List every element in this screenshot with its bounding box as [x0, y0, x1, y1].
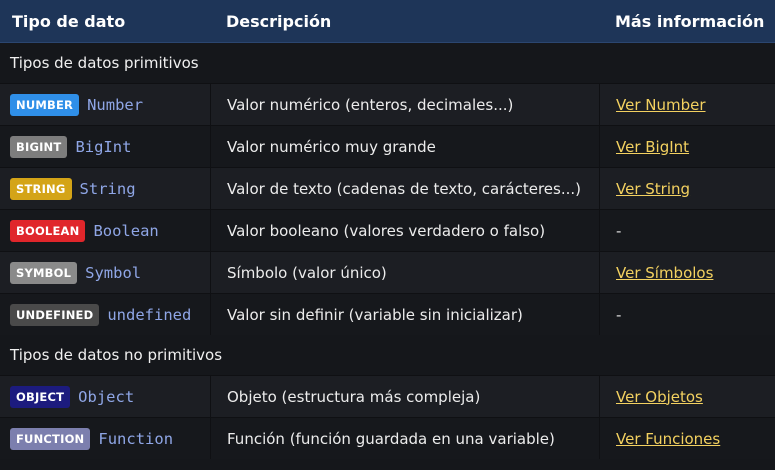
description-cell: Objeto (estructura más compleja)	[210, 376, 599, 417]
more-info-cell: Ver BigInt	[599, 126, 775, 167]
type-cell: UNDEFINED undefined	[0, 294, 210, 335]
description-cell: Valor de texto (cadenas de texto, caráct…	[210, 168, 599, 209]
type-badge: FUNCTION	[10, 427, 91, 450]
table-row: FUNCTION Function Función (función guard…	[0, 417, 775, 459]
description-cell: Símbolo (valor único)	[210, 252, 599, 293]
description-cell: Valor numérico muy grande	[210, 126, 599, 167]
description-cell: Función (función guardada en una variabl…	[210, 418, 599, 459]
type-badge: UNDEFINED	[10, 303, 100, 326]
type-name: Boolean	[93, 221, 159, 240]
type-name: Function	[98, 429, 174, 448]
header-type: Tipo de dato	[12, 11, 126, 31]
more-info-cell: Ver String	[599, 168, 775, 209]
description-cell: Valor sin definir (variable sin iniciali…	[210, 294, 599, 335]
description-cell: Valor numérico (enteros, decimales...)	[210, 84, 599, 125]
section-primitive: Tipos de datos primitivos	[10, 54, 199, 72]
more-info-cell: -	[599, 210, 775, 251]
type-name: String	[79, 179, 136, 198]
table-row: SYMBOL Symbol Símbolo (valor único) Ver …	[0, 251, 775, 293]
section-non-primitive: Tipos de datos no primitivos	[10, 346, 223, 364]
header-description: Descripción	[226, 11, 332, 31]
more-info-cell: Ver Símbolos	[599, 252, 775, 293]
type-name: BigInt	[75, 137, 132, 156]
table-row: STRING String Valor de texto (cadenas de…	[0, 167, 775, 209]
type-cell: BOOLEAN Boolean	[0, 210, 210, 251]
type-cell: BIGINT BigInt	[0, 126, 210, 167]
type-badge: BOOLEAN	[10, 219, 86, 242]
table-row: NUMBER Number Valor numérico (enteros, d…	[0, 83, 775, 125]
type-cell: STRING String	[0, 168, 210, 209]
table-row: OBJECT Object Objeto (estructura más com…	[0, 375, 775, 417]
more-info-link[interactable]: Ver String	[616, 180, 690, 198]
type-cell: SYMBOL Symbol	[0, 252, 210, 293]
table-header: Tipo de dato Descripción Más información	[0, 0, 775, 43]
type-badge: BIGINT	[10, 135, 68, 158]
more-info-link[interactable]: Ver Símbolos	[616, 264, 713, 282]
more-info-link[interactable]: Ver Number	[616, 96, 706, 114]
type-cell: OBJECT Object	[0, 376, 210, 417]
type-name: Number	[87, 95, 144, 114]
more-info-none: -	[616, 221, 622, 240]
table-row: BIGINT BigInt Valor numérico muy grande …	[0, 125, 775, 167]
type-name: undefined	[107, 305, 192, 324]
type-cell: NUMBER Number	[0, 84, 210, 125]
table-row: UNDEFINED undefined Valor sin definir (v…	[0, 293, 775, 335]
data-types-table: Tipo de dato Descripción Más información…	[0, 0, 775, 459]
type-badge: OBJECT	[10, 385, 71, 408]
more-info-link[interactable]: Ver Objetos	[616, 388, 703, 406]
type-badge: SYMBOL	[10, 261, 78, 284]
more-info-link[interactable]: Ver Funciones	[616, 430, 720, 448]
more-info-link[interactable]: Ver BigInt	[616, 138, 689, 156]
type-badge: NUMBER	[10, 93, 80, 116]
description-cell: Valor booleano (valores verdadero o fals…	[210, 210, 599, 251]
more-info-cell: Ver Funciones	[599, 418, 775, 459]
type-name: Symbol	[85, 263, 142, 282]
type-name: Object	[78, 387, 135, 406]
type-badge: STRING	[10, 177, 72, 200]
more-info-cell: Ver Number	[599, 84, 775, 125]
type-cell: FUNCTION Function	[0, 418, 210, 459]
header-more-info: Más información	[615, 11, 765, 31]
table-row: BOOLEAN Boolean Valor booleano (valores …	[0, 209, 775, 251]
more-info-cell: Ver Objetos	[599, 376, 775, 417]
more-info-cell: -	[599, 294, 775, 335]
more-info-none: -	[616, 305, 622, 324]
